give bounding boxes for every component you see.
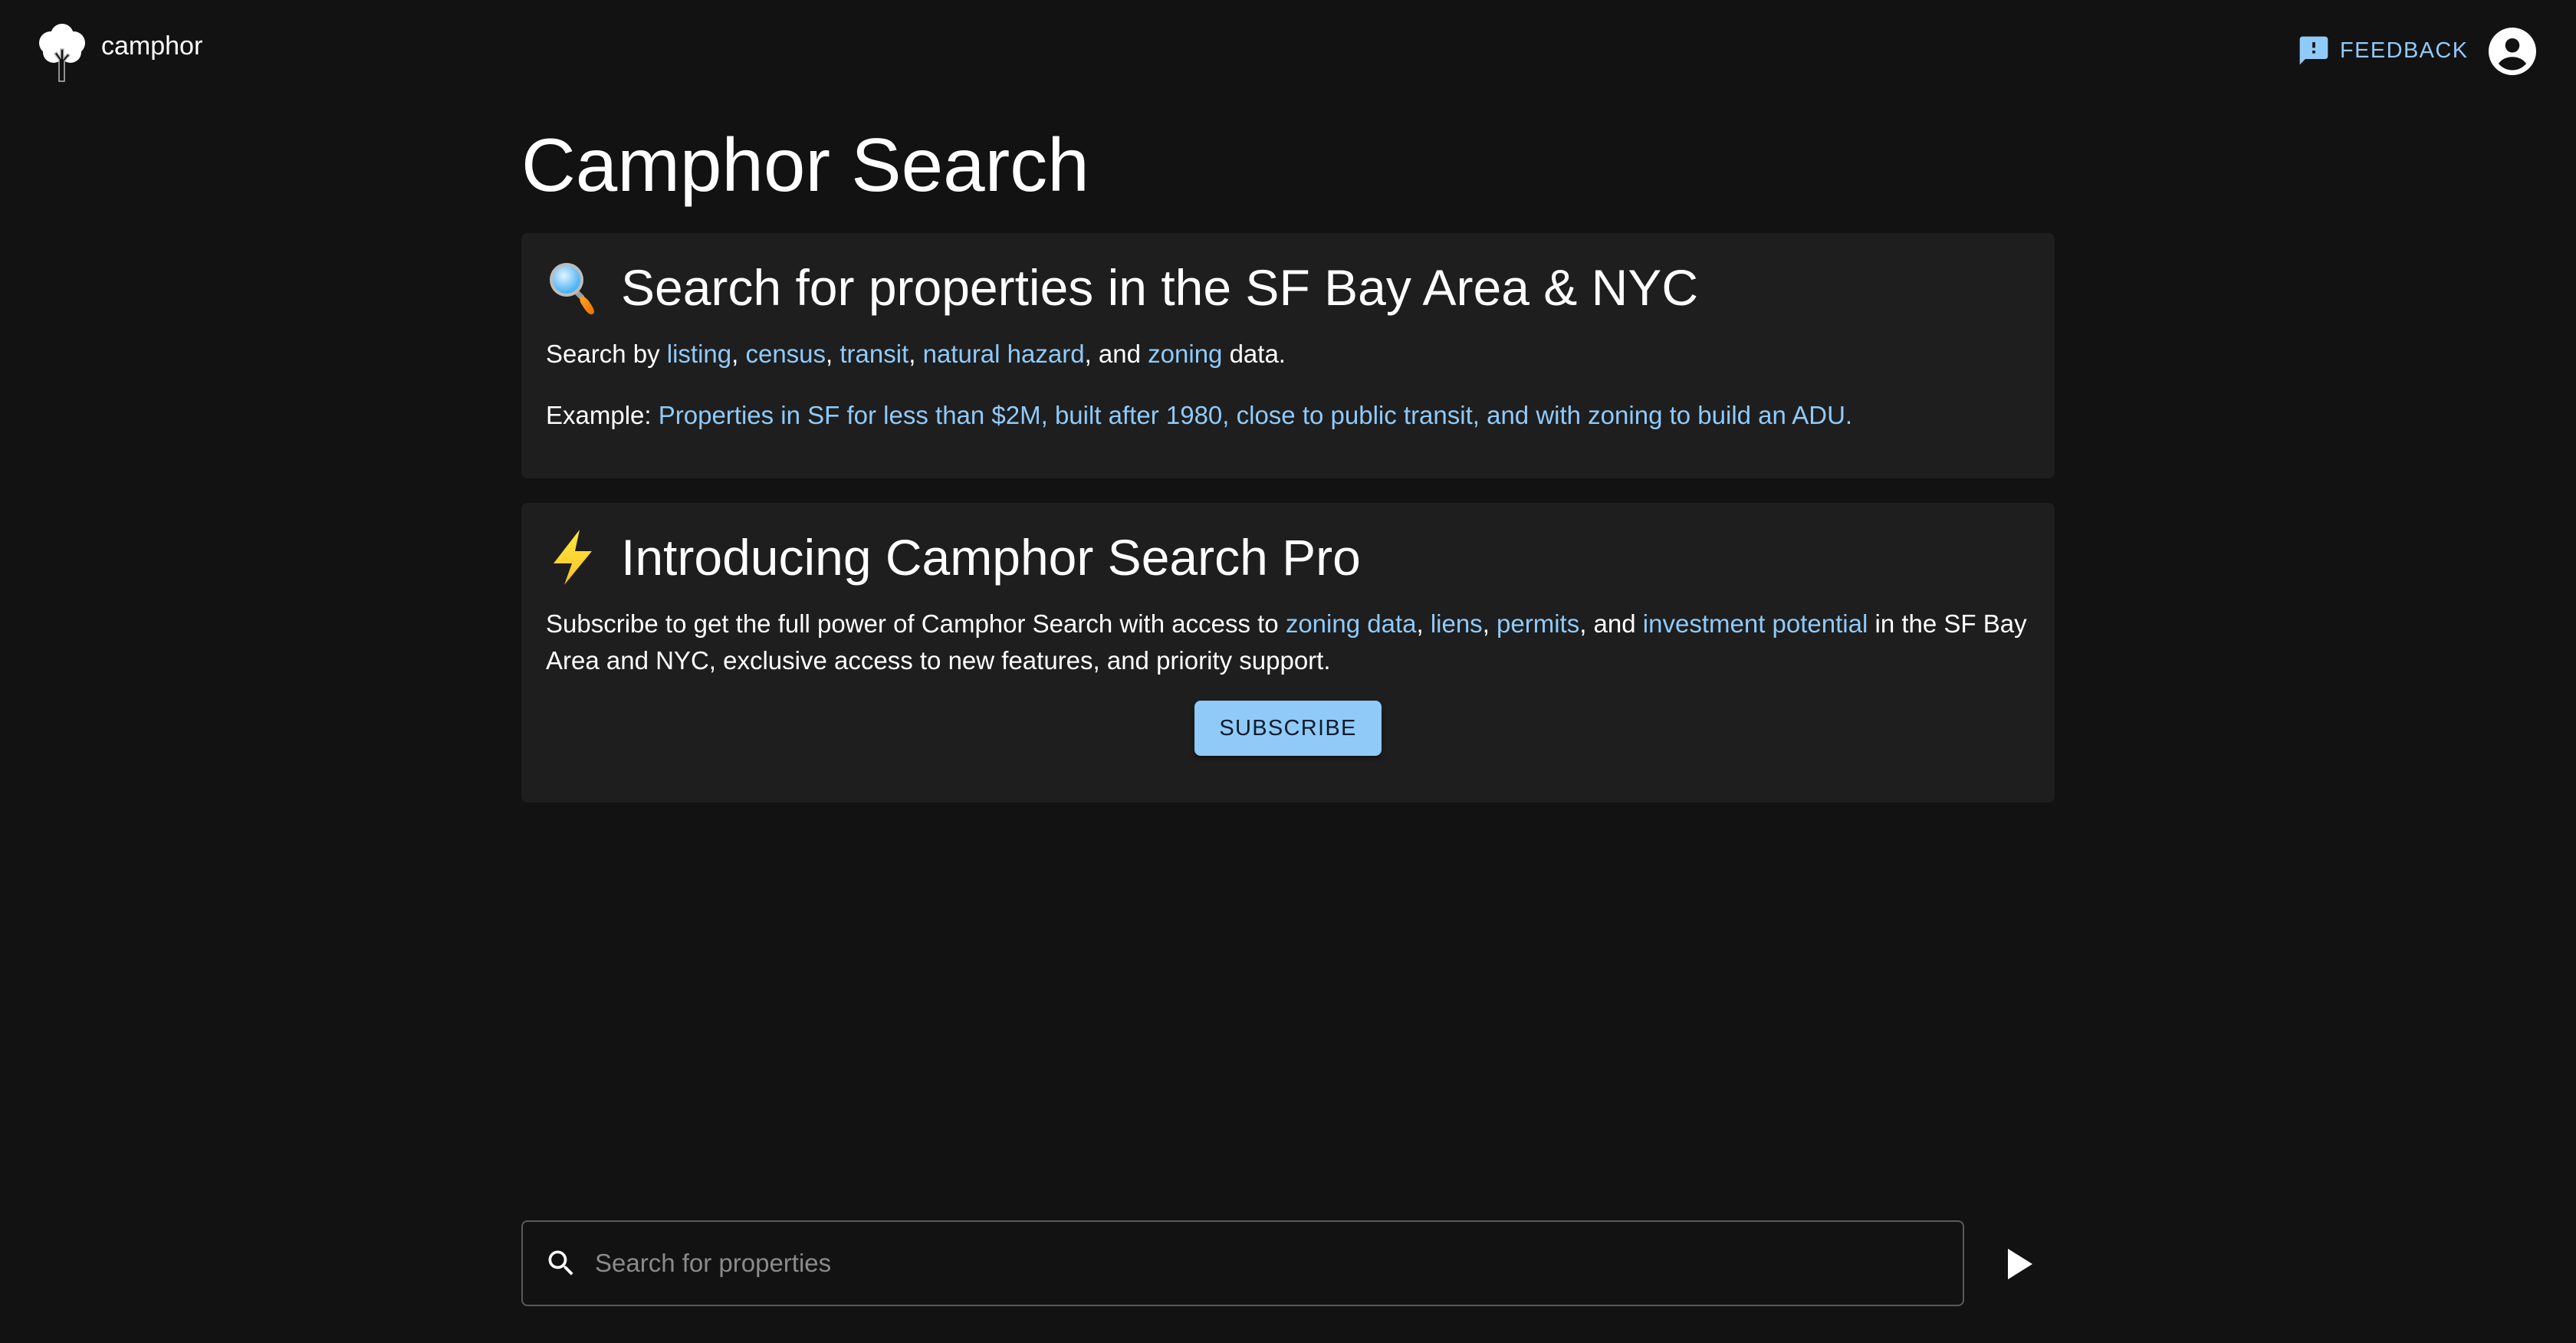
feedback-label: FEEDBACK — [2340, 38, 2469, 63]
subscribe-button[interactable]: SUBSCRIBE — [1194, 701, 1382, 756]
pro-promo-heading: Introducing Camphor Search Pro — [546, 523, 2030, 592]
pro-promo-card: Introducing Camphor Search Pro Subscribe… — [521, 503, 2055, 803]
search-by-suffix: data. — [1222, 340, 1286, 368]
brand[interactable]: camphor — [35, 20, 202, 83]
search-info-card: Search for properties in the SF Bay Area… — [521, 233, 2055, 478]
send-search-button[interactable] — [1993, 1236, 2047, 1292]
example-query-link[interactable]: Properties in SF for less than $2M, buil… — [659, 401, 1852, 429]
search-bar[interactable] — [521, 1220, 1964, 1306]
main-content: Camphor Search Search for properties in … — [521, 115, 2055, 803]
feedback-icon — [2299, 36, 2328, 65]
search-by-prefix: Search by — [546, 340, 667, 368]
search-by-text: Search by listing, census, transit, natu… — [546, 336, 2030, 373]
separator: , — [826, 340, 840, 368]
zoning-link[interactable]: zoning — [1148, 340, 1222, 368]
separator: , — [909, 340, 923, 368]
listing-link[interactable]: listing — [667, 340, 731, 368]
transit-link[interactable]: transit — [840, 340, 909, 368]
subscribe-wrap: SUBSCRIBE — [546, 701, 2030, 756]
lightning-bolt-icon — [554, 530, 592, 585]
pro-text-before: Subscribe to get the full power of Camph… — [546, 609, 1286, 638]
zoning-data-link[interactable]: zoning data — [1286, 609, 1417, 638]
census-link[interactable]: census — [745, 340, 826, 368]
separator: , — [1416, 609, 1431, 638]
liens-link[interactable]: liens — [1431, 609, 1483, 638]
page-title: Camphor Search — [521, 123, 1089, 207]
account-circle-icon[interactable] — [2489, 28, 2536, 75]
example-prefix: Example: — [546, 401, 659, 429]
search-input[interactable] — [593, 1248, 1963, 1279]
separator: , and — [1084, 340, 1148, 368]
pro-promo-heading-text: Introducing Camphor Search Pro — [621, 529, 1361, 586]
pro-promo-text: Subscribe to get the full power of Camph… — [546, 606, 2030, 679]
app-header: camphor FEEDBACK — [0, 0, 2576, 100]
example-text: Example: Properties in SF for less than … — [546, 397, 2030, 434]
separator: , and — [1579, 609, 1643, 638]
magnifying-glass-icon — [550, 263, 594, 315]
brand-name: camphor — [101, 31, 203, 61]
camphor-tree-logo-icon — [39, 24, 85, 82]
separator: , — [1482, 609, 1497, 638]
search-info-heading: Search for properties in the SF Bay Area… — [546, 253, 2030, 322]
feedback-button[interactable]: FEEDBACK — [2297, 34, 2469, 67]
search-info-heading-text: Search for properties in the SF Bay Area… — [621, 259, 1698, 316]
natural-hazard-link[interactable]: natural hazard — [923, 340, 1085, 368]
permits-link[interactable]: permits — [1497, 609, 1579, 638]
play-arrow-icon — [2008, 1249, 2032, 1279]
investment-potential-link[interactable]: investment potential — [1643, 609, 1868, 638]
separator: , — [731, 340, 746, 368]
search-icon — [548, 1250, 573, 1276]
